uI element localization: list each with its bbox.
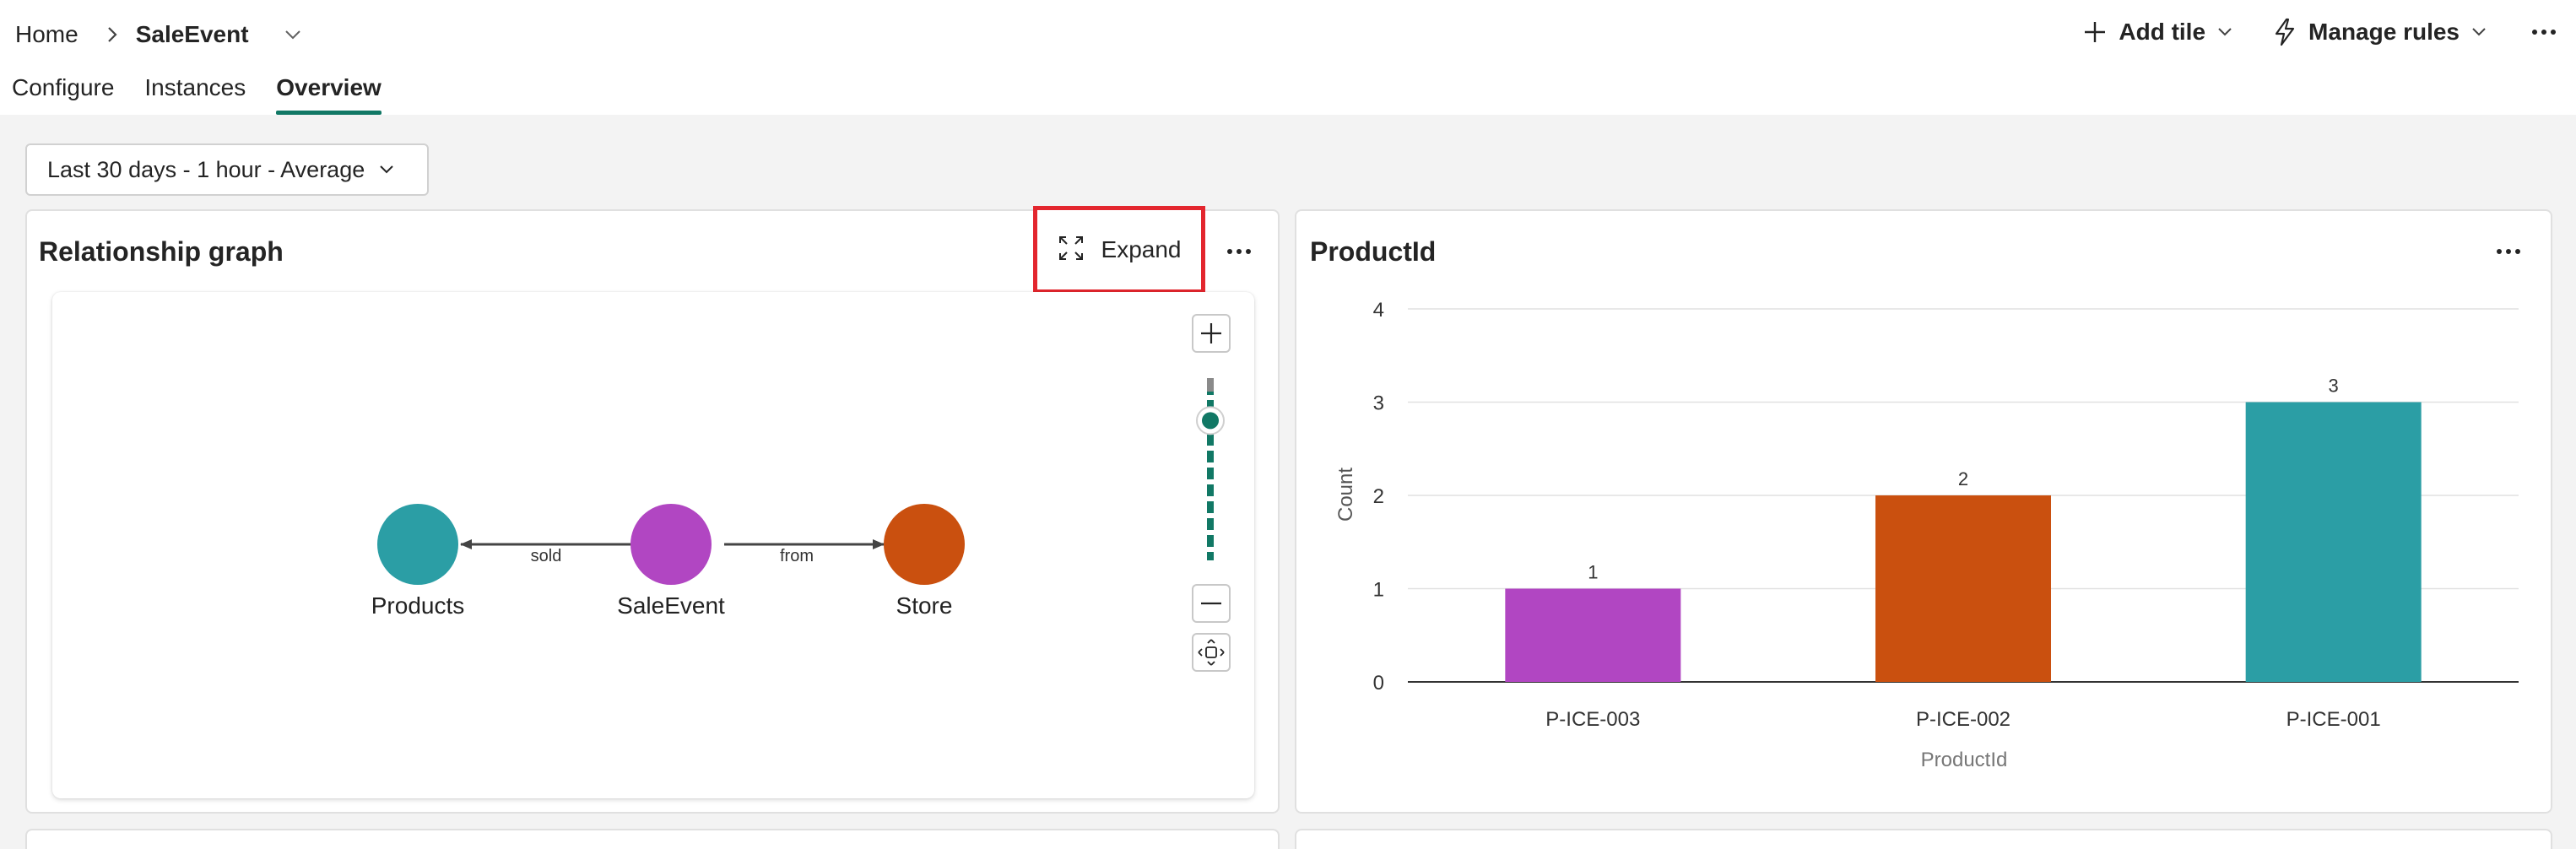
chart-y-tick-label: 2 (1373, 485, 1384, 508)
chart-y-tick-label: 3 (1373, 392, 1384, 415)
chart-bars: 1 2 3 (1505, 376, 2422, 683)
graph-node-store[interactable] (884, 504, 965, 585)
plus-icon (2080, 17, 2110, 47)
tab-overview[interactable]: Overview (276, 69, 382, 115)
node-label-products: Products (371, 592, 465, 619)
chevron-down-icon (2468, 21, 2490, 43)
productid-more-icon[interactable] (2490, 233, 2527, 270)
edge-label-sold: sold (531, 547, 562, 565)
chart-x-tick-label: P-ICE-001 (2286, 708, 2381, 731)
zoom-slider-top (1207, 378, 1214, 392)
more-options-icon[interactable] (2527, 29, 2561, 35)
chart-y-tick-label: 0 (1373, 672, 1384, 695)
breadcrumb-current[interactable]: SaleEvent (136, 21, 249, 48)
header-actions: Add tile Manage rules (2046, 14, 2561, 51)
chart-data-label: 3 (2329, 376, 2339, 397)
graph-canvas[interactable]: sold from Products SaleEvent Store (52, 292, 1254, 798)
node-label-saleevent: SaleEvent (617, 592, 725, 619)
tab-instances[interactable]: Instances (144, 69, 246, 115)
time-range-dropdown[interactable]: Last 30 days - 1 hour - Average (25, 143, 429, 196)
node-label-store: Store (896, 592, 953, 619)
chart-bar-p-ice-003[interactable] (1505, 588, 1681, 683)
chart-bar-p-ice-001[interactable] (2245, 402, 2422, 683)
zoom-slider-thumb-dot (1202, 412, 1219, 430)
graph-node-products[interactable] (377, 504, 458, 585)
top-bar: Home SaleEvent Configure Instances Overv… (0, 0, 2576, 115)
chart-y-ticks: 0 1 2 3 4 (1373, 299, 1384, 695)
add-tile-button[interactable]: Add tile (2080, 17, 2236, 47)
edge-label-from: from (780, 547, 814, 565)
expand-label: Expand (1101, 236, 1182, 262)
relationship-more-icon[interactable] (1220, 233, 1258, 270)
chart-y-axis-label: Count (1334, 468, 1357, 522)
fit-view-button[interactable] (1192, 633, 1231, 672)
chart-bar-p-ice-002[interactable] (1875, 495, 2051, 682)
zoom-in-button[interactable] (1192, 314, 1231, 353)
chart-y-tick-label: 4 (1373, 299, 1384, 322)
chevron-right-icon (95, 25, 129, 44)
tab-configure[interactable]: Configure (12, 69, 114, 115)
fit-view-icon (1198, 639, 1225, 666)
manage-rules-label: Manage rules (2308, 19, 2460, 45)
relationship-graph-title: Relationship graph (39, 236, 284, 267)
breadcrumb-home[interactable]: Home (15, 21, 78, 48)
expand-button[interactable]: Expand (1033, 206, 1205, 294)
chevron-down-icon[interactable] (279, 21, 306, 48)
zoom-out-button[interactable] (1192, 584, 1231, 623)
breadcrumb: Home SaleEvent (15, 15, 306, 54)
lower-right-card (1295, 829, 2552, 849)
add-tile-label: Add tile (2119, 19, 2206, 45)
chart-x-axis-label: ProductId (1921, 749, 2008, 771)
tab-list: Configure Instances Overview (12, 69, 412, 115)
lower-left-card (25, 829, 1280, 849)
chart-x-ticks: P-ICE-003 P-ICE-002 P-ICE-001 (1545, 708, 2380, 731)
expand-icon (1058, 235, 1088, 265)
minus-icon (1201, 602, 1221, 605)
chart-data-label: 1 (1588, 562, 1598, 583)
chevron-down-icon (378, 159, 400, 181)
time-range-label: Last 30 days - 1 hour - Average (47, 156, 365, 182)
chevron-down-icon (2214, 21, 2236, 43)
productid-title: ProductId (1310, 236, 1437, 267)
chart-x-tick-label: P-ICE-003 (1545, 708, 1640, 731)
chart-x-tick-label: P-ICE-002 (1916, 708, 2010, 731)
chart-y-tick-label: 1 (1373, 579, 1384, 602)
graph-node-saleevent[interactable] (630, 504, 712, 585)
lightning-icon (2270, 17, 2300, 47)
chart-data-label: 2 (1958, 468, 1968, 489)
manage-rules-button[interactable]: Manage rules (2270, 17, 2490, 47)
productid-bar-chart: 0 1 2 3 4 1 2 3 P-ICE-003 P-ICE-002 P-ICE-001 Co… (1334, 299, 2519, 771)
plus-icon (1201, 323, 1221, 343)
